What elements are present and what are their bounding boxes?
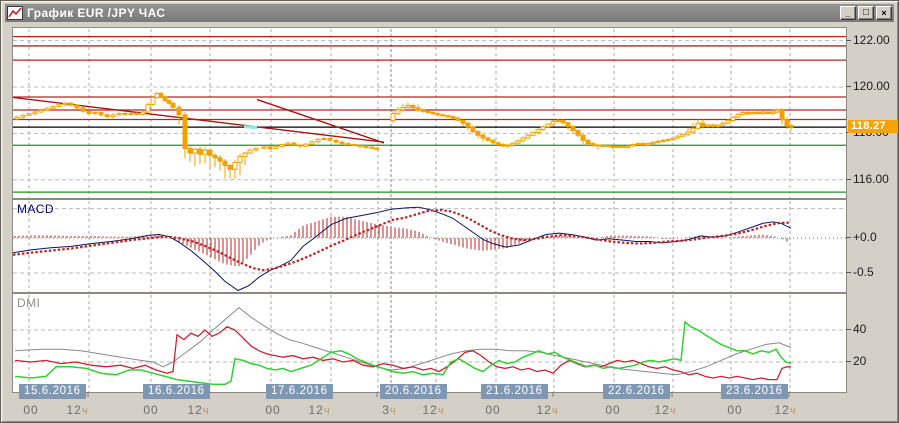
window-controls: _ □ × xyxy=(838,6,892,20)
time-label: 00 xyxy=(727,403,743,417)
time-label: 12ч xyxy=(422,403,444,417)
chart-icon[interactable] xyxy=(7,6,23,20)
price-chart[interactable] xyxy=(12,27,847,199)
dmi-axis-label: 20 xyxy=(845,354,867,368)
dmi-panel-label: DMI xyxy=(17,296,41,310)
close-button[interactable]: × xyxy=(876,6,892,20)
time-label: 12ч xyxy=(536,403,558,417)
maximize-button[interactable]: □ xyxy=(858,6,874,20)
current-price-badge: 118.27 xyxy=(848,120,898,133)
price-axis-label: 120.00 xyxy=(846,79,890,93)
titlebar[interactable]: График EUR /JPY ЧАС _ □ × xyxy=(5,4,894,22)
time-label: 00 xyxy=(485,403,501,417)
time-label: 3ч xyxy=(382,403,396,417)
time-label: 12ч xyxy=(66,403,88,417)
time-label: 00 xyxy=(23,403,39,417)
dmi-axis-label: 40 xyxy=(845,322,867,336)
date-badge: 23.6.2016 xyxy=(721,384,788,399)
date-badge: 17.6.2016 xyxy=(266,384,333,399)
macd-axis-label: -0.5 xyxy=(846,265,874,279)
time-label: 00 xyxy=(265,403,281,417)
dmi-chart[interactable] xyxy=(12,293,847,393)
date-badge: 22.6.2016 xyxy=(603,384,670,399)
minimize-button[interactable]: _ xyxy=(840,6,856,20)
macd-axis-label: +0.0 xyxy=(846,230,877,244)
window-title: График EUR /JPY ЧАС xyxy=(27,6,166,20)
date-badge: 21.6.2016 xyxy=(481,384,548,399)
price-axis-label: 116.00 xyxy=(846,171,889,186)
price-axis-label: 122.00 xyxy=(846,32,890,47)
time-label: 12ч xyxy=(308,403,330,417)
macd-chart[interactable] xyxy=(12,199,847,293)
time-label: 12ч xyxy=(654,403,676,417)
macd-panel-label: MACD xyxy=(17,202,54,216)
date-badge: 20.6.2016 xyxy=(380,384,447,399)
date-badge: 16.6.2016 xyxy=(143,384,210,399)
app-window: График EUR /JPY ЧАС _ □ × MACD DMI 118.2… xyxy=(0,0,899,423)
time-label: 12ч xyxy=(187,403,209,417)
time-label: 00 xyxy=(605,403,621,417)
date-badge: 15.6.2016 xyxy=(19,384,86,399)
time-label: 12ч xyxy=(774,403,796,417)
time-label: 00 xyxy=(143,403,159,417)
